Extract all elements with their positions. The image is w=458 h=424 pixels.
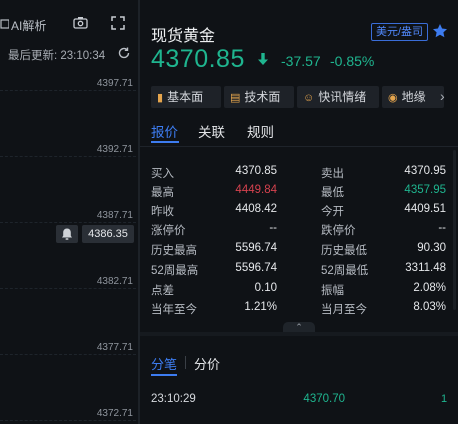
stat-label: 当年至今 xyxy=(151,304,197,316)
price-change: -37.57 xyxy=(281,53,321,69)
trade-time: 23:10:29 xyxy=(151,393,196,405)
stat-label: 今开 xyxy=(321,206,344,218)
chip-fundamentals[interactable]: ▮ 基本面 xyxy=(151,86,221,108)
chip-label: 快讯情绪 xyxy=(318,90,367,104)
active-tab-indicator xyxy=(151,141,179,143)
star-icon[interactable] xyxy=(432,23,448,44)
stat-value: -- xyxy=(269,222,277,234)
stat-value: 5596.74 xyxy=(235,262,277,274)
chip-news-sentiment[interactable]: ☺ 快讯情绪 xyxy=(297,86,379,108)
stat-value: 0.10 xyxy=(254,282,277,294)
section-divider xyxy=(140,332,458,336)
price-change-percent: -0.85% xyxy=(330,53,375,69)
stat-value: 1.21% xyxy=(244,301,277,313)
grid-line xyxy=(0,156,136,157)
tab-rules[interactable]: 规则 xyxy=(247,121,274,141)
stat-label: 最高 xyxy=(151,187,174,199)
chevron-up-icon: ⌃ xyxy=(295,322,303,332)
grid-line xyxy=(0,222,136,223)
chip-label: 技术面 xyxy=(244,90,281,104)
stat-label: 振幅 xyxy=(321,285,344,297)
scrollbar[interactable] xyxy=(453,150,456,310)
tab-related[interactable]: 关联 xyxy=(198,121,225,141)
stat-value: 4370.85 xyxy=(235,165,277,177)
document-icon: ▮ xyxy=(157,92,164,104)
chip-geopolitics[interactable]: ◉ 地缘 xyxy=(382,86,444,108)
grid-line xyxy=(0,420,136,421)
divider xyxy=(140,146,458,147)
stat-value: 4409.51 xyxy=(404,203,446,215)
refresh-icon[interactable] xyxy=(117,46,131,65)
stat-value: 3311.48 xyxy=(405,262,446,274)
active-tab-indicator xyxy=(151,374,177,376)
instrument-name: 现货黄金 xyxy=(151,28,216,45)
grid-line xyxy=(0,354,136,355)
camera-icon[interactable] xyxy=(73,16,88,34)
stat-value: -- xyxy=(438,222,446,234)
price-axis-tick: 4397.71 xyxy=(96,78,133,89)
stat-label: 52周最低 xyxy=(321,265,369,277)
currency-badge[interactable]: 美元/盎司 xyxy=(371,23,429,41)
stat-value: 90.30 xyxy=(417,242,446,254)
down-arrow-icon xyxy=(257,52,269,69)
price-axis-tick: 4387.71 xyxy=(96,210,133,221)
chip-label: 地缘 xyxy=(401,90,426,104)
grid-line xyxy=(0,90,136,91)
chip-technicals[interactable]: ▤ 技术面 xyxy=(224,86,294,108)
stat-label: 最低 xyxy=(321,187,344,199)
stat-label: 卖出 xyxy=(321,168,344,180)
stat-label: 52周最高 xyxy=(151,265,199,277)
quote-panel: 现货黄金 美元/盎司 4370.85 -37.57 -0.85% ▮ 基本面 ▤ 技… xyxy=(140,0,458,424)
stat-label: 买入 xyxy=(151,168,174,180)
price-axis-tick: 4372.71 xyxy=(96,408,133,419)
stat-value: 4408.42 xyxy=(235,203,277,215)
price-axis-tick: 4382.71 xyxy=(96,276,133,287)
price-axis-tick: 4377.71 xyxy=(96,342,133,353)
ai-icon[interactable] xyxy=(0,17,10,35)
stat-value: 8.03% xyxy=(413,301,446,313)
globe-icon: ◉ xyxy=(388,92,398,104)
stat-label: 历史最高 xyxy=(151,245,197,257)
smile-icon: ☺ xyxy=(303,92,315,104)
stat-value-low: 4357.95 xyxy=(404,184,446,196)
chip-label: 基本面 xyxy=(167,90,204,104)
chart-panel[interactable]: AI解析 最后更新: 23:10:34 4397.71 4392.71 4387… xyxy=(0,0,138,424)
stat-label: 当月至今 xyxy=(321,304,367,316)
trade-price: 4370.70 xyxy=(303,393,345,405)
stat-value: 4370.95 xyxy=(404,165,446,177)
stat-label: 点差 xyxy=(151,285,174,297)
stat-value: 2.08% xyxy=(413,282,446,294)
stat-label: 涨停价 xyxy=(151,225,186,237)
price-alert-button[interactable] xyxy=(56,225,78,243)
last-price: 4370.85 xyxy=(151,45,245,73)
price-axis-tick: 4392.71 xyxy=(96,144,133,155)
grid-line xyxy=(0,288,136,289)
tab-ticks[interactable]: 分笔 xyxy=(151,354,177,373)
tab-separator xyxy=(185,356,186,369)
ai-analysis-button[interactable]: AI解析 xyxy=(11,17,46,34)
chevron-right-icon[interactable]: › xyxy=(440,88,445,104)
stat-label: 昨收 xyxy=(151,206,174,218)
tab-quote[interactable]: 报价 xyxy=(151,121,178,141)
stat-value: 5596.74 xyxy=(235,242,277,254)
current-price-tag: 4386.35 xyxy=(82,225,134,243)
last-update-text: 最后更新: 23:10:34 xyxy=(8,50,106,62)
bell-icon xyxy=(62,228,72,240)
trade-volume: 1 xyxy=(441,393,448,405)
bar-chart-icon: ▤ xyxy=(230,92,241,104)
stat-label: 历史最低 xyxy=(321,245,367,257)
collapse-handle[interactable]: ⌃ xyxy=(283,322,315,332)
expand-icon[interactable] xyxy=(111,16,125,35)
tab-price-distribution[interactable]: 分价 xyxy=(194,354,220,373)
stat-value-high: 4449.84 xyxy=(235,184,277,196)
stat-label: 跌停价 xyxy=(321,225,356,237)
